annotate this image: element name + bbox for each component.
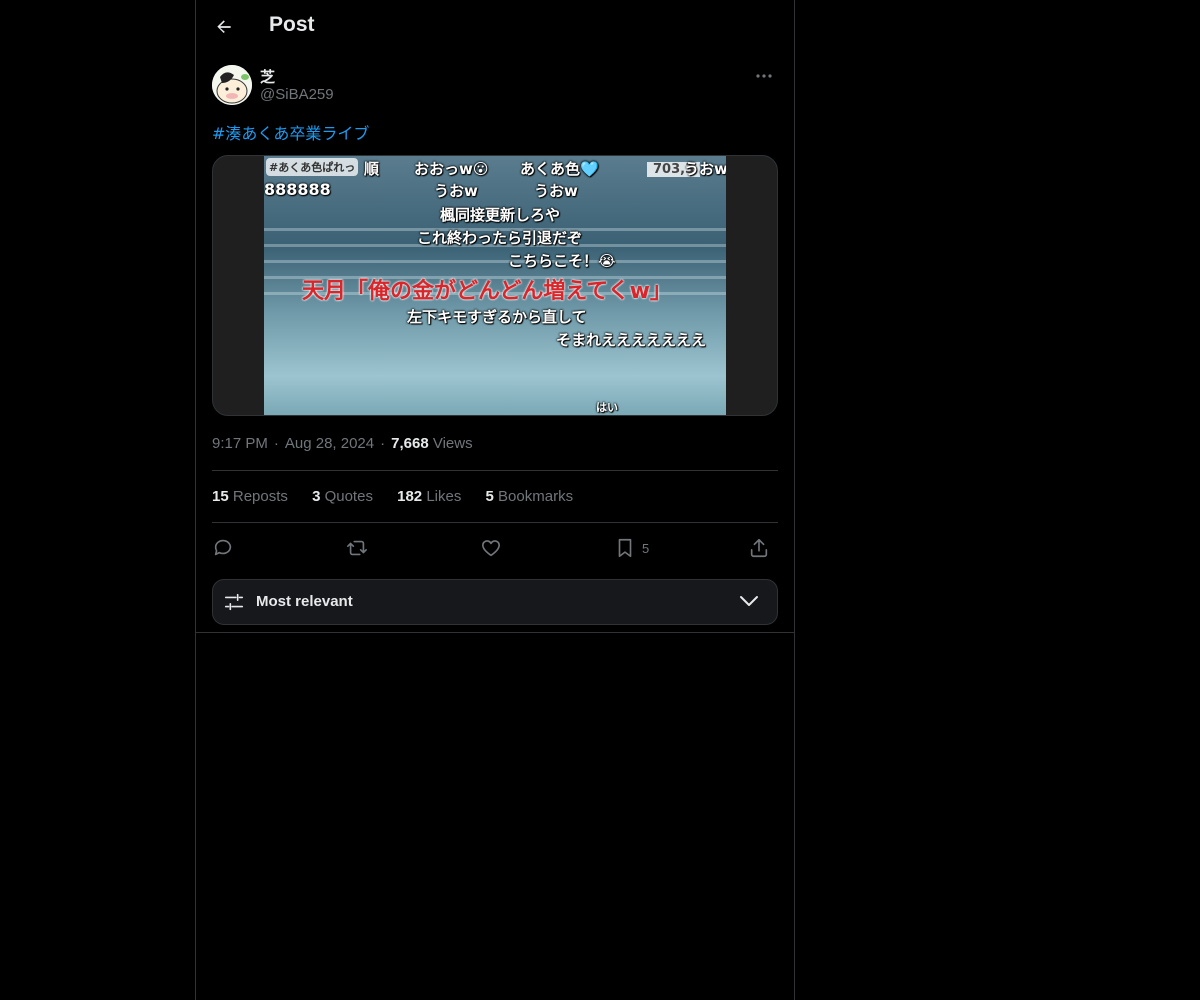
- overlay-highlight-comment: 天月「俺の金がどんどん増えてくw」: [302, 279, 672, 304]
- post-author: 芝 @SiBA259: [212, 64, 778, 108]
- quotes-stat[interactable]: 3 Quotes: [312, 488, 373, 505]
- reply-sort-dropdown[interactable]: Most relevant: [212, 579, 778, 625]
- avatar[interactable]: [212, 65, 252, 105]
- bookmark-button[interactable]: 5: [614, 534, 649, 562]
- share-button[interactable]: [748, 534, 770, 562]
- post-time[interactable]: 9:17 PM: [212, 435, 268, 452]
- page-title: Post: [269, 13, 315, 36]
- repost-button[interactable]: [346, 534, 368, 562]
- post-actions-bar: 5: [212, 534, 778, 562]
- sort-selected-value: Most relevant: [256, 593, 353, 610]
- chevron-down-icon: [740, 596, 758, 606]
- overlay-comment: あくあ色🩵: [520, 160, 599, 178]
- author-display-name[interactable]: 芝: [260, 66, 275, 87]
- repost-icon: [347, 540, 367, 556]
- cow-avatar-icon: [212, 65, 252, 105]
- overlay-comment: うおw: [434, 182, 478, 200]
- arrow-left-icon: [217, 20, 231, 33]
- post-date[interactable]: Aug 28, 2024: [285, 435, 374, 452]
- likes-stat[interactable]: 182 Likes: [397, 488, 461, 505]
- share-icon: [750, 538, 768, 558]
- post-hashtag-link[interactable]: #湊あくあ卒業ライブ: [212, 120, 369, 144]
- divider: [212, 470, 778, 471]
- overlay-comment: そまれえええええええ: [556, 331, 707, 349]
- divider: [212, 522, 778, 523]
- engagement-stats: 15 Reposts 3 Quotes 182 Likes 5 Bookmark…: [212, 488, 593, 505]
- post-timestamp-row: 9:17 PM · Aug 28, 2024 · 7,668 Views: [212, 435, 473, 452]
- more-dots-icon: [756, 74, 772, 78]
- post-header: Post: [196, 0, 794, 54]
- overlay-comment: 888888: [264, 180, 331, 199]
- views-count: 7,668: [391, 435, 429, 452]
- back-button[interactable]: [208, 11, 240, 43]
- overlay-comment: うおw: [684, 160, 726, 178]
- overlay-comment: 順: [364, 160, 380, 178]
- overlay-comment: 楓同接更新しろや: [440, 206, 561, 224]
- overlay-comment: はい: [596, 401, 618, 414]
- bookmark-count: 5: [642, 540, 650, 556]
- heart-icon: [481, 540, 501, 557]
- sliders-icon: [224, 593, 244, 611]
- bookmark-icon: [618, 538, 632, 558]
- views-label: Views: [432, 435, 473, 452]
- video-frame: #あくあ色ぱれっ 順 おおっw😮 あくあ色🩵 703,3 うおw 888888 …: [264, 156, 726, 415]
- overlay-tag-badge: #あくあ色ぱれっ: [266, 158, 359, 176]
- stage-light-stripe: [264, 260, 726, 263]
- more-options-button[interactable]: [750, 64, 778, 88]
- reply-button[interactable]: [212, 534, 234, 562]
- reply-bubble-icon: [214, 539, 232, 556]
- divider: [196, 632, 794, 633]
- overlay-comment: こちらこそ！😭: [508, 252, 616, 270]
- overlay-comment: これ終わったら引退だぞ: [417, 229, 583, 247]
- bookmarks-stat[interactable]: 5 Bookmarks: [486, 488, 574, 505]
- overlay-comment: うおw: [534, 182, 578, 200]
- post-video[interactable]: #あくあ色ぱれっ 順 おおっw😮 あくあ色🩵 703,3 うおw 888888 …: [212, 155, 778, 416]
- post-column: Post 芝 @SiBA259 #湊あくあ卒業ライブ #あくあ色ぱれっ 順 おお…: [195, 0, 795, 1000]
- author-handle[interactable]: @SiBA259: [260, 86, 334, 103]
- overlay-comment: 左下キモすぎるから直して: [407, 308, 587, 326]
- like-button[interactable]: [480, 534, 502, 562]
- reposts-stat[interactable]: 15 Reposts: [212, 488, 288, 505]
- overlay-comment: おおっw😮: [414, 160, 489, 178]
